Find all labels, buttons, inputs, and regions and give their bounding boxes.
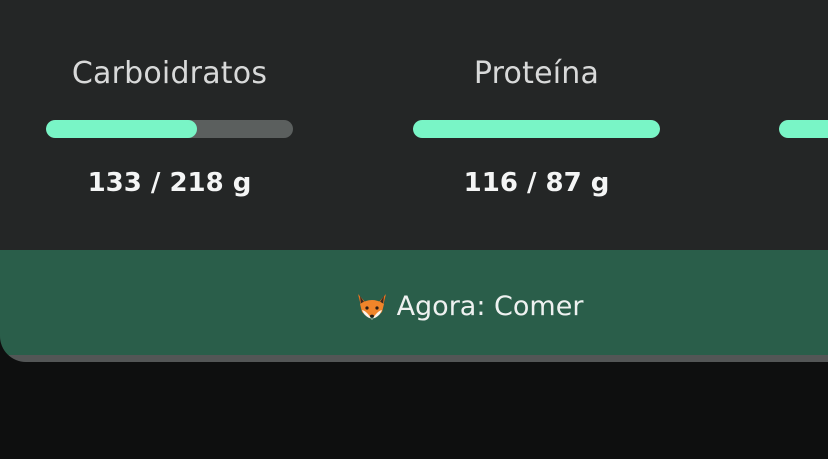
- macro-card: Carboidratos 133 / 218 g Proteína 116 / …: [0, 0, 828, 362]
- progress-bar-fill: [46, 120, 197, 138]
- macro-value: 116 / 87 g: [463, 168, 610, 198]
- current-activity: Agora: Comer: [355, 291, 584, 322]
- macro-proteina: Proteína 116 / 87 g: [413, 0, 660, 250]
- macro-third: [779, 0, 828, 250]
- macro-title: Proteína: [473, 56, 600, 91]
- macro-title: Carboidratos: [71, 56, 268, 91]
- current-activity-label: Agora: Comer: [396, 291, 584, 322]
- card-bottom-border: [0, 355, 828, 362]
- progress-bar-track: [413, 120, 660, 138]
- progress-bar-fill: [779, 120, 828, 138]
- progress-bar-fill: [413, 120, 660, 138]
- macro-carboidratos: Carboidratos 133 / 218 g: [46, 0, 293, 250]
- current-activity-banner[interactable]: Agora: Comer: [0, 250, 828, 355]
- fox-icon: [355, 292, 389, 322]
- macro-value: 133 / 218 g: [87, 168, 252, 198]
- progress-bar-track: [779, 120, 828, 138]
- progress-bar-track: [46, 120, 293, 138]
